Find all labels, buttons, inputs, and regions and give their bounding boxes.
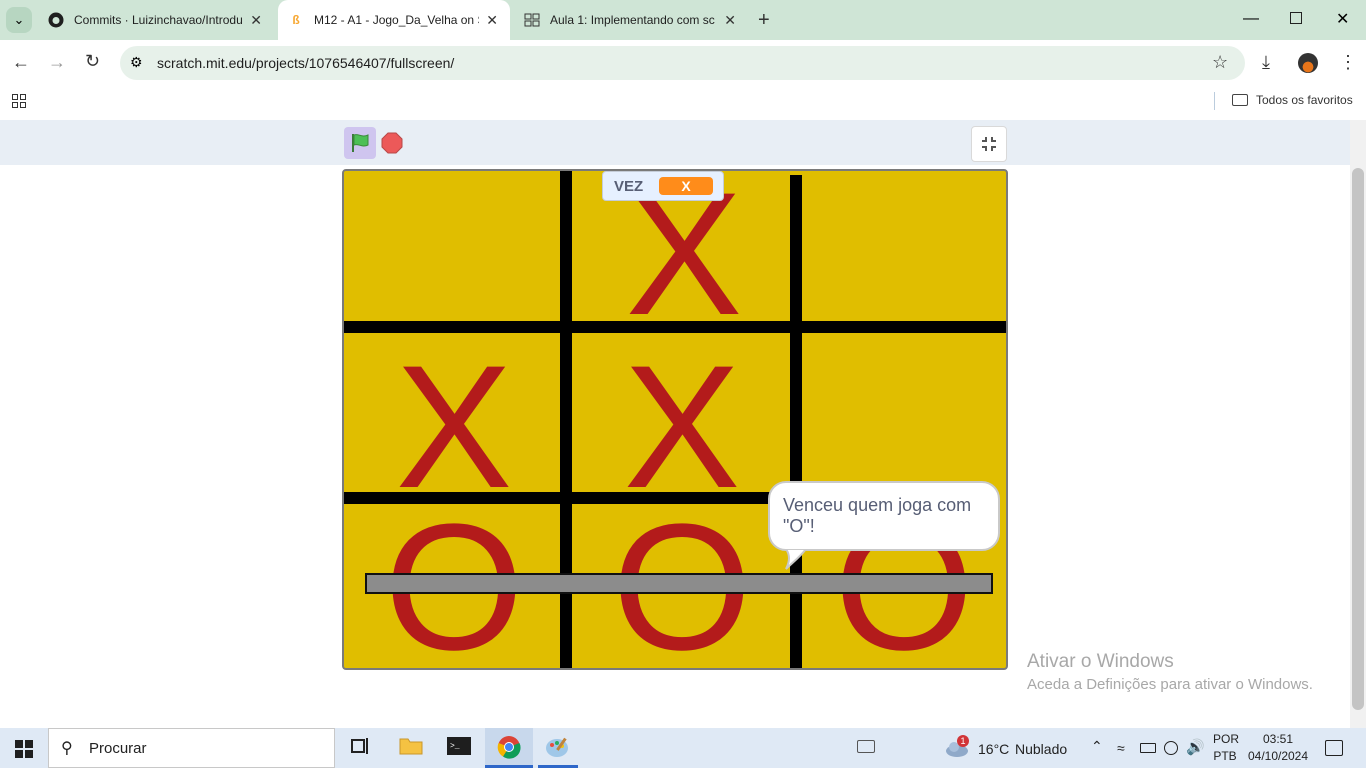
- tab-strip: ⌄ Commits · Luizinchavao/Introdu ✕ ß M12…: [0, 0, 1366, 40]
- network-icon[interactable]: ≈: [1117, 740, 1125, 756]
- activation-title: Ativar o Windows: [1027, 651, 1174, 672]
- clock[interactable]: 03:51 04/10/2024: [1246, 732, 1310, 763]
- green-flag-icon: [352, 134, 369, 152]
- keyboard-layout: PTB: [1213, 749, 1237, 763]
- svg-text:>_: >_: [450, 742, 460, 751]
- activation-subtitle: Aceda a Definições para ativar o Windows…: [1027, 676, 1313, 693]
- minimize-button[interactable]: —: [1243, 10, 1259, 28]
- chrome-icon: [497, 736, 521, 759]
- clock-date: 04/10/2024: [1247, 749, 1309, 763]
- scratch-controls-bar: [0, 120, 1350, 165]
- all-bookmarks-folder[interactable]: Todos os favoritos: [1232, 93, 1353, 107]
- reload-button[interactable]: ↻: [85, 51, 100, 72]
- tab-search-button[interactable]: ⌄: [6, 7, 32, 33]
- profile-avatar[interactable]: [1298, 53, 1318, 73]
- stop-icon: [381, 132, 403, 154]
- paint-icon: [546, 737, 568, 757]
- address-bar[interactable]: ⚙ scratch.mit.edu/projects/1076546407/fu…: [120, 46, 1245, 80]
- game-stage[interactable]: X X X O O O VEZ X Venceu quem joga com "…: [342, 169, 1008, 670]
- variable-label: VEZ: [614, 178, 644, 195]
- speech-bubble-tail: [784, 549, 808, 570]
- tab-course[interactable]: Aula 1: Implementando com sc ✕: [512, 0, 748, 40]
- tab-github[interactable]: Commits · Luizinchavao/Introdu ✕: [36, 0, 274, 40]
- scrollbar-thumb[interactable]: [1352, 168, 1364, 710]
- close-tab-icon[interactable]: ✕: [250, 12, 262, 29]
- course-icon: [524, 12, 540, 28]
- close-tab-icon[interactable]: ✕: [724, 12, 736, 29]
- weather-badge: 1: [957, 735, 969, 747]
- tab-title: Commits · Luizinchavao/Introdu: [74, 13, 243, 27]
- apps-grid-icon[interactable]: [12, 94, 26, 108]
- start-button[interactable]: [15, 740, 33, 758]
- speech-bubble: Venceu quem joga com "O"!: [768, 481, 1000, 551]
- github-icon: [48, 12, 64, 28]
- folder-icon: [1232, 94, 1248, 106]
- volume-icon[interactable]: 🔊: [1186, 738, 1205, 756]
- notifications-icon[interactable]: [1325, 740, 1343, 756]
- stop-button[interactable]: [381, 132, 403, 159]
- scratch-icon: ß: [292, 13, 300, 27]
- show-hidden-icons-icon[interactable]: ⌃: [1091, 738, 1103, 755]
- close-tab-icon[interactable]: ✕: [486, 12, 498, 29]
- close-window-button[interactable]: ✕: [1336, 9, 1349, 29]
- file-explorer-icon[interactable]: [398, 734, 426, 762]
- new-tab-button[interactable]: +: [758, 9, 770, 32]
- search-placeholder: Procurar: [89, 740, 147, 757]
- weather-temp: 16°C: [978, 741, 1010, 757]
- bookmarks-label: Todos os favoritos: [1256, 93, 1353, 107]
- terminal-icon[interactable]: >_: [446, 734, 474, 762]
- weather-widget[interactable]: 1 16°C Nublado: [944, 735, 1079, 762]
- forward-button[interactable]: →: [48, 52, 66, 73]
- keyboard-icon[interactable]: [857, 740, 875, 753]
- paint-taskbar-button[interactable]: [538, 728, 578, 768]
- speech-text: Venceu quem joga com "O"!: [783, 495, 972, 536]
- restore-button[interactable]: [1290, 12, 1302, 24]
- taskbar-search[interactable]: ⚲ Procurar: [48, 728, 335, 768]
- task-view-icon[interactable]: [348, 734, 376, 762]
- downloads-icon[interactable]: ⤓: [1262, 52, 1270, 73]
- chevron-down-icon: ⌄: [13, 12, 25, 27]
- menu-icon[interactable]: ⋮: [1339, 52, 1357, 73]
- exit-fullscreen-button[interactable]: [971, 126, 1007, 162]
- winning-line-bar: [365, 573, 993, 594]
- weather-desc: Nublado: [1015, 741, 1068, 757]
- green-flag-button[interactable]: [344, 127, 376, 159]
- variable-value: X: [659, 177, 713, 195]
- variable-monitor[interactable]: VEZ X: [602, 171, 724, 201]
- search-icon: ⚲: [61, 740, 73, 757]
- divider: [1214, 92, 1215, 110]
- tab-scratch-project[interactable]: ß M12 - A1 - Jogo_Da_Velha on S ✕: [278, 0, 510, 40]
- battery-icon[interactable]: [1140, 743, 1156, 753]
- grid-line: [790, 175, 802, 668]
- camera-icon[interactable]: [1164, 741, 1178, 755]
- language-indicator[interactable]: POR PTB: [1213, 732, 1240, 763]
- chrome-taskbar-button[interactable]: [485, 728, 533, 768]
- language-code: POR: [1213, 732, 1240, 746]
- tab-title: Aula 1: Implementando com sc: [550, 13, 715, 27]
- site-settings-icon[interactable]: ⚙: [130, 54, 143, 71]
- tab-title: M12 - A1 - Jogo_Da_Velha on S: [314, 13, 479, 27]
- exit-fullscreen-icon: [982, 137, 996, 151]
- bookmarks-bar: Todos os favoritos: [0, 85, 1366, 120]
- bookmark-star-icon[interactable]: ☆: [1212, 52, 1228, 73]
- url-text: scratch.mit.edu/projects/1076546407/full…: [157, 55, 455, 71]
- back-button[interactable]: ←: [12, 52, 30, 73]
- clock-time: 03:51: [1262, 732, 1294, 746]
